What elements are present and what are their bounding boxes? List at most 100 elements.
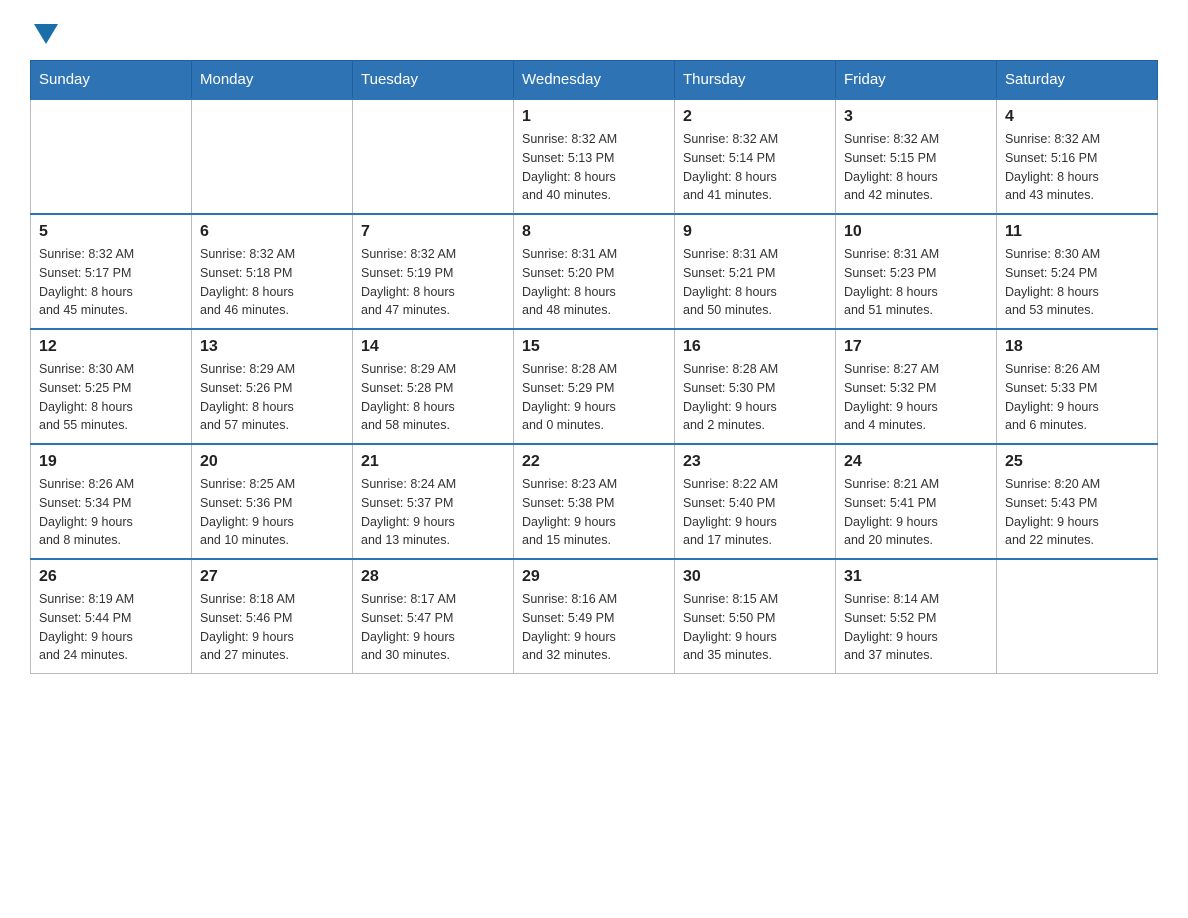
day-number: 20 — [200, 453, 344, 471]
day-number: 31 — [844, 568, 988, 586]
day-info: Sunrise: 8:31 AMSunset: 5:20 PMDaylight:… — [522, 245, 666, 320]
day-info: Sunrise: 8:29 AMSunset: 5:26 PMDaylight:… — [200, 360, 344, 435]
weekday-header-thursday: Thursday — [675, 61, 836, 100]
day-info: Sunrise: 8:28 AMSunset: 5:29 PMDaylight:… — [522, 360, 666, 435]
day-info: Sunrise: 8:16 AMSunset: 5:49 PMDaylight:… — [522, 590, 666, 665]
weekday-header-saturday: Saturday — [997, 61, 1158, 100]
day-number: 9 — [683, 223, 827, 241]
calendar-cell: 23 Sunrise: 8:22 AMSunset: 5:40 PMDayligh… — [675, 444, 836, 559]
weekday-header-tuesday: Tuesday — [353, 61, 514, 100]
day-info: Sunrise: 8:19 AMSunset: 5:44 PMDaylight:… — [39, 590, 183, 665]
calendar-cell: 20 Sunrise: 8:25 AMSunset: 5:36 PMDayligh… — [192, 444, 353, 559]
calendar-cell: 14 Sunrise: 8:29 AMSunset: 5:28 PMDayligh… — [353, 329, 514, 444]
calendar-cell: 7Sunrise: 8:32 AMSunset: 5:19 PMDaylight… — [353, 214, 514, 329]
calendar-cell: 30 Sunrise: 8:15 AMSunset: 5:50 PMDayligh… — [675, 559, 836, 674]
week-row-5: 26Sunrise: 8:19 AMSunset: 5:44 PMDayligh… — [31, 559, 1158, 674]
week-row-3: 12Sunrise: 8:30 AMSunset: 5:25 PMDayligh… — [31, 329, 1158, 444]
weekday-header-wednesday: Wednesday — [514, 61, 675, 100]
logo — [30, 20, 58, 40]
day-info: Sunrise: 8:27 AMSunset: 5:32 PMDaylight:… — [844, 360, 988, 435]
day-number: 24 — [844, 453, 988, 471]
calendar-cell: 8 Sunrise: 8:31 AMSunset: 5:20 PMDaylight… — [514, 214, 675, 329]
calendar-cell: 12Sunrise: 8:30 AMSunset: 5:25 PMDayligh… — [31, 329, 192, 444]
day-number: 16 — [683, 338, 827, 356]
day-number: 11 — [1005, 223, 1149, 241]
day-number: 12 — [39, 338, 183, 356]
week-row-4: 19 Sunrise: 8:26 AMSunset: 5:34 PMDayligh… — [31, 444, 1158, 559]
day-info: Sunrise: 8:32 AMSunset: 5:13 PMDaylight:… — [522, 130, 666, 205]
day-info: Sunrise: 8:26 AMSunset: 5:33 PMDaylight:… — [1005, 360, 1149, 435]
calendar-cell — [997, 559, 1158, 674]
calendar-cell: 13 Sunrise: 8:29 AMSunset: 5:26 PMDayligh… — [192, 329, 353, 444]
day-number: 2 — [683, 108, 827, 126]
day-number: 23 — [683, 453, 827, 471]
calendar-cell: 25Sunrise: 8:20 AMSunset: 5:43 PMDayligh… — [997, 444, 1158, 559]
day-info: Sunrise: 8:32 AMSunset: 5:16 PMDaylight:… — [1005, 130, 1149, 205]
day-number: 21 — [361, 453, 505, 471]
calendar-cell: 19 Sunrise: 8:26 AMSunset: 5:34 PMDayligh… — [31, 444, 192, 559]
day-info: Sunrise: 8:15 AMSunset: 5:50 PMDaylight:… — [683, 590, 827, 665]
week-row-2: 5 Sunrise: 8:32 AMSunset: 5:17 PMDaylight… — [31, 214, 1158, 329]
calendar-cell: 18 Sunrise: 8:26 AMSunset: 5:33 PMDayligh… — [997, 329, 1158, 444]
day-number: 15 — [522, 338, 666, 356]
day-info: Sunrise: 8:31 AMSunset: 5:23 PMDaylight:… — [844, 245, 988, 320]
calendar-cell: 24 Sunrise: 8:21 AMSunset: 5:41 PMDayligh… — [836, 444, 997, 559]
calendar-cell: 5 Sunrise: 8:32 AMSunset: 5:17 PMDaylight… — [31, 214, 192, 329]
calendar-cell: 3Sunrise: 8:32 AMSunset: 5:15 PMDaylight… — [836, 99, 997, 214]
day-number: 22 — [522, 453, 666, 471]
weekday-header-sunday: Sunday — [31, 61, 192, 100]
day-number: 6 — [200, 223, 344, 241]
calendar-cell: 29 Sunrise: 8:16 AMSunset: 5:49 PMDayligh… — [514, 559, 675, 674]
calendar-cell: 4 Sunrise: 8:32 AMSunset: 5:16 PMDaylight… — [997, 99, 1158, 214]
day-info: Sunrise: 8:18 AMSunset: 5:46 PMDaylight:… — [200, 590, 344, 665]
day-info: Sunrise: 8:25 AMSunset: 5:36 PMDaylight:… — [200, 475, 344, 550]
day-info: Sunrise: 8:31 AMSunset: 5:21 PMDaylight:… — [683, 245, 827, 320]
day-number: 29 — [522, 568, 666, 586]
day-number: 3 — [844, 108, 988, 126]
day-info: Sunrise: 8:23 AMSunset: 5:38 PMDaylight:… — [522, 475, 666, 550]
day-number: 10 — [844, 223, 988, 241]
day-info: Sunrise: 8:29 AMSunset: 5:28 PMDaylight:… — [361, 360, 505, 435]
calendar-table: SundayMondayTuesdayWednesdayThursdayFrid… — [30, 60, 1158, 674]
day-info: Sunrise: 8:30 AMSunset: 5:24 PMDaylight:… — [1005, 245, 1149, 320]
day-number: 30 — [683, 568, 827, 586]
day-info: Sunrise: 8:20 AMSunset: 5:43 PMDaylight:… — [1005, 475, 1149, 550]
day-info: Sunrise: 8:32 AMSunset: 5:14 PMDaylight:… — [683, 130, 827, 205]
calendar-cell: 22 Sunrise: 8:23 AMSunset: 5:38 PMDayligh… — [514, 444, 675, 559]
calendar-cell: 1Sunrise: 8:32 AMSunset: 5:13 PMDaylight… — [514, 99, 675, 214]
calendar-cell: 11 Sunrise: 8:30 AMSunset: 5:24 PMDayligh… — [997, 214, 1158, 329]
day-number: 4 — [1005, 108, 1149, 126]
weekday-header-monday: Monday — [192, 61, 353, 100]
day-number: 13 — [200, 338, 344, 356]
day-info: Sunrise: 8:26 AMSunset: 5:34 PMDaylight:… — [39, 475, 183, 550]
calendar-cell: 16Sunrise: 8:28 AMSunset: 5:30 PMDayligh… — [675, 329, 836, 444]
day-info: Sunrise: 8:24 AMSunset: 5:37 PMDaylight:… — [361, 475, 505, 550]
day-number: 8 — [522, 223, 666, 241]
day-info: Sunrise: 8:32 AMSunset: 5:17 PMDaylight:… — [39, 245, 183, 320]
day-info: Sunrise: 8:32 AMSunset: 5:18 PMDaylight:… — [200, 245, 344, 320]
day-number: 27 — [200, 568, 344, 586]
calendar-cell: 9 Sunrise: 8:31 AMSunset: 5:21 PMDaylight… — [675, 214, 836, 329]
calendar-cell: 6 Sunrise: 8:32 AMSunset: 5:18 PMDaylight… — [192, 214, 353, 329]
day-number: 17 — [844, 338, 988, 356]
calendar-cell: 10 Sunrise: 8:31 AMSunset: 5:23 PMDayligh… — [836, 214, 997, 329]
day-number: 28 — [361, 568, 505, 586]
day-number: 7 — [361, 223, 505, 241]
calendar-cell: 17 Sunrise: 8:27 AMSunset: 5:32 PMDayligh… — [836, 329, 997, 444]
day-number: 19 — [39, 453, 183, 471]
day-info: Sunrise: 8:21 AMSunset: 5:41 PMDaylight:… — [844, 475, 988, 550]
page-header — [30, 20, 1158, 40]
calendar-cell — [31, 99, 192, 214]
calendar-cell: 21 Sunrise: 8:24 AMSunset: 5:37 PMDayligh… — [353, 444, 514, 559]
day-info: Sunrise: 8:17 AMSunset: 5:47 PMDaylight:… — [361, 590, 505, 665]
calendar-cell — [192, 99, 353, 214]
day-number: 18 — [1005, 338, 1149, 356]
day-info: Sunrise: 8:14 AMSunset: 5:52 PMDaylight:… — [844, 590, 988, 665]
calendar-cell: 26Sunrise: 8:19 AMSunset: 5:44 PMDayligh… — [31, 559, 192, 674]
calendar-cell: 27 Sunrise: 8:18 AMSunset: 5:46 PMDayligh… — [192, 559, 353, 674]
day-number: 14 — [361, 338, 505, 356]
day-number: 5 — [39, 223, 183, 241]
logo-triangle-icon — [34, 24, 58, 44]
calendar-cell — [353, 99, 514, 214]
day-info: Sunrise: 8:22 AMSunset: 5:40 PMDaylight:… — [683, 475, 827, 550]
